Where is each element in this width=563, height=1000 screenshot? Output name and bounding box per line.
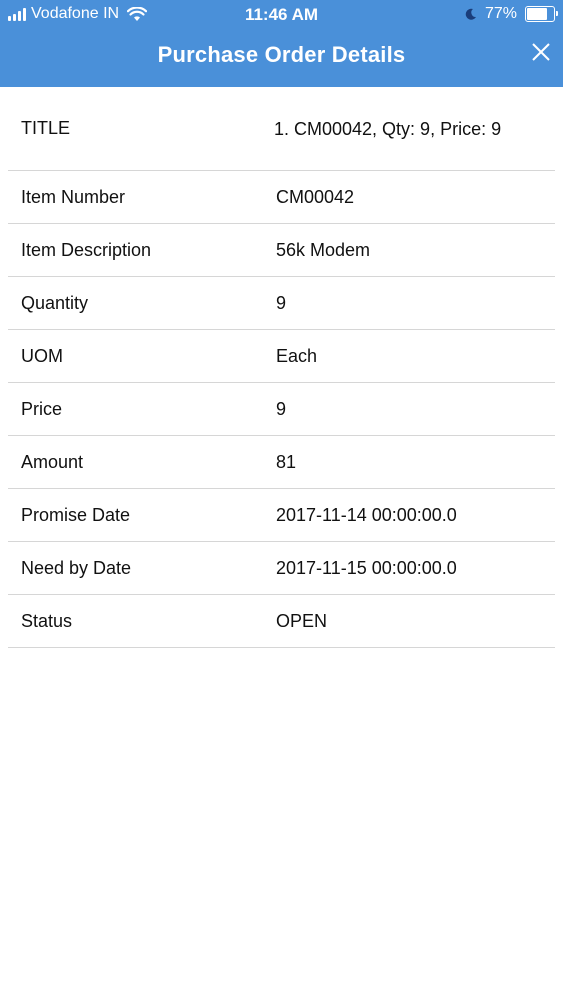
title-list-item: CM00042, Qty: 9, Price: 9 — [294, 117, 501, 141]
detail-value: 2017-11-15 00:00:00.0 — [276, 558, 457, 578]
detail-row: Item Number CM00042 — [8, 171, 555, 224]
detail-row: Price 9 — [8, 383, 555, 436]
detail-row: Status OPEN — [8, 595, 555, 648]
detail-label: Item Number — [21, 186, 126, 207]
detail-label: Price — [21, 398, 63, 419]
detail-label: Status — [21, 610, 73, 631]
detail-value: 81 — [276, 452, 297, 472]
detail-value: 9 — [276, 399, 287, 419]
battery-percent: 77% — [484, 5, 517, 22]
battery-fill — [527, 8, 548, 20]
detail-row: Promise Date 2017-11-14 00:00:00.0 — [8, 489, 555, 542]
detail-row-title: TITLE CM00042, Qty: 9, Price: 9 — [8, 87, 555, 171]
detail-label: Quantity — [21, 292, 89, 313]
detail-row: Amount 81 — [8, 436, 555, 489]
detail-label: Item Description — [21, 239, 152, 260]
detail-row: Item Description 56k Modem — [8, 224, 555, 277]
battery-icon — [525, 6, 558, 22]
status-bar: Vodafone IN 11:46 AM 77% — [0, 0, 563, 30]
detail-value: OPEN — [276, 611, 328, 631]
detail-label: Promise Date — [21, 504, 131, 525]
detail-row: UOM Each — [8, 330, 555, 383]
detail-value: Each — [276, 346, 318, 366]
header: Vodafone IN 11:46 AM 77% Purchase Order … — [0, 0, 563, 87]
detail-label: TITLE — [21, 118, 71, 138]
details-list: TITLE CM00042, Qty: 9, Price: 9 Item Num… — [8, 87, 555, 648]
detail-value: CM00042 — [276, 187, 355, 207]
title-list: CM00042, Qty: 9, Price: 9 — [254, 117, 501, 141]
moon-icon — [465, 8, 476, 20]
detail-value: CM00042, Qty: 9, Price: 9 — [276, 87, 555, 170]
detail-label: UOM — [21, 345, 63, 366]
close-icon[interactable] — [529, 40, 553, 64]
nav-bar: Purchase Order Details — [0, 30, 563, 87]
detail-row: Quantity 9 — [8, 277, 555, 330]
detail-value: 2017-11-14 00:00:00.0 — [276, 505, 457, 525]
status-right: 77% — [465, 5, 558, 23]
page-title: Purchase Order Details — [157, 42, 406, 67]
detail-label: Need by Date — [21, 557, 132, 578]
detail-value: 9 — [276, 293, 287, 313]
detail-label: Amount — [21, 451, 84, 472]
detail-row: Need by Date 2017-11-15 00:00:00.0 — [8, 542, 555, 595]
detail-value: 56k Modem — [276, 240, 371, 260]
